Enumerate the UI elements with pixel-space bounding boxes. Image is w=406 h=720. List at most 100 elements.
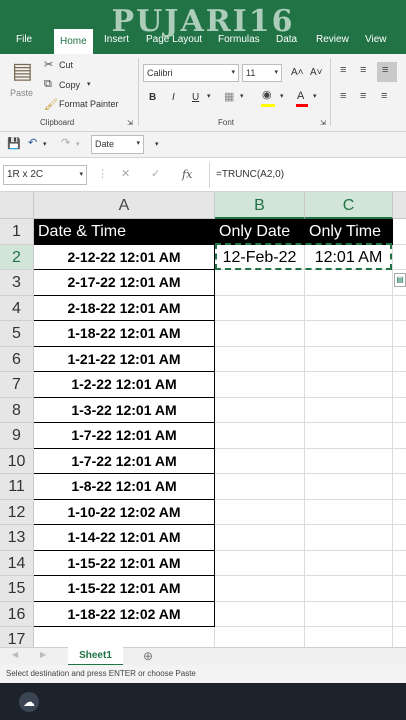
undo-dropdown-icon[interactable]: ▾ <box>43 140 47 148</box>
cell-b9[interactable] <box>215 423 305 449</box>
scroll-right-icon[interactable]: ▶ <box>40 650 46 659</box>
cell-d10[interactable] <box>393 449 406 474</box>
row-header-11[interactable]: 11 <box>0 474 34 500</box>
date-cell[interactable]: 2-12-22 12:01 AM <box>34 244 215 270</box>
cut-button[interactable]: Cut <box>59 60 73 70</box>
cell-c5[interactable] <box>305 321 393 347</box>
row-header-15[interactable]: 15 <box>0 576 34 602</box>
align-right-icon[interactable]: ≡ <box>381 90 387 102</box>
row-header-4[interactable]: 4 <box>0 295 34 321</box>
row-header-6[interactable]: 6 <box>0 346 34 372</box>
row-header-5[interactable]: 5 <box>0 321 34 347</box>
customize-qat-icon[interactable]: ▾ <box>155 140 159 148</box>
row-header-8[interactable]: 8 <box>0 397 34 423</box>
date-cell[interactable]: 1-3-22 12:01 AM <box>34 397 215 423</box>
align-top-icon[interactable]: ≡ <box>340 64 346 76</box>
more-options-icon[interactable]: ⋮ <box>97 167 108 180</box>
font-name-select[interactable]: Calibri ▾ <box>143 64 239 82</box>
row-header-7[interactable]: 7 <box>0 372 34 398</box>
cell-d2[interactable] <box>393 245 406 270</box>
cell-b7[interactable] <box>215 372 305 398</box>
cell-b10[interactable] <box>215 448 305 474</box>
cell-c4[interactable] <box>305 295 393 321</box>
format-painter-button[interactable]: Format Painter <box>59 99 119 109</box>
cell-d11[interactable] <box>393 474 406 500</box>
cell-d16[interactable] <box>393 602 406 627</box>
row-header-14[interactable]: 14 <box>0 550 34 576</box>
cell-c13[interactable] <box>305 525 393 551</box>
cancel-icon[interactable]: ✕ <box>121 167 130 180</box>
cell-d1[interactable] <box>393 219 406 245</box>
row-header-16[interactable]: 16 <box>0 601 34 627</box>
date-cell[interactable]: 1-18-22 12:01 AM <box>34 321 215 347</box>
cell-b8[interactable] <box>215 397 305 423</box>
align-middle-icon[interactable]: ≡ <box>360 64 366 76</box>
date-cell[interactable]: 1-2-22 12:01 AM <box>34 372 215 398</box>
cell-b17[interactable] <box>215 627 305 647</box>
redo-icon[interactable]: ↷ <box>61 136 70 149</box>
cell-b5[interactable] <box>215 321 305 347</box>
borders-icon[interactable]: ▦ <box>224 90 234 103</box>
name-box[interactable]: 1R x 2C ▾ <box>3 165 87 185</box>
cell-c3[interactable] <box>305 270 393 296</box>
sheet-tab-sheet1[interactable]: Sheet1 <box>68 647 123 666</box>
enter-icon[interactable]: ✓ <box>151 167 160 180</box>
row-header-1[interactable]: 1 <box>0 219 34 245</box>
scroll-left-icon[interactable]: ◀ <box>12 650 18 659</box>
weather-icon[interactable]: ☁ <box>19 692 39 712</box>
row-header-9[interactable]: 9 <box>0 423 34 449</box>
cell-b16[interactable] <box>215 601 305 627</box>
date-cell[interactable]: 1-8-22 12:01 AM <box>34 474 215 500</box>
cell-d14[interactable] <box>393 551 406 576</box>
paste-icon[interactable]: ▤ <box>12 58 33 84</box>
cell-c17[interactable] <box>305 627 393 647</box>
cell-a17[interactable] <box>34 627 215 647</box>
cell-b6[interactable] <box>215 346 305 372</box>
font-color-button[interactable]: A <box>297 90 304 102</box>
date-cell[interactable]: 1-14-22 12:01 AM <box>34 525 215 551</box>
cell-d4[interactable] <box>393 296 406 321</box>
date-cell[interactable]: 1-21-22 12:01 AM <box>34 346 215 372</box>
header-cell-only-date[interactable]: Only Date <box>215 219 305 245</box>
column-header-a[interactable]: A <box>34 192 215 219</box>
row-header-12[interactable]: 12 <box>0 499 34 525</box>
align-center-icon[interactable]: ≡ <box>360 90 366 102</box>
date-cell[interactable]: 1-7-22 12:01 AM <box>34 423 215 449</box>
underline-button[interactable]: U <box>192 92 199 103</box>
tab-page-layout[interactable]: Page Layout <box>146 34 202 45</box>
date-cell[interactable]: 1-15-22 12:01 AM <box>34 550 215 576</box>
select-all-corner[interactable] <box>0 192 34 219</box>
bold-button[interactable]: B <box>149 92 156 103</box>
row-header-10[interactable]: 10 <box>0 448 34 474</box>
column-header-d[interactable] <box>393 192 406 219</box>
grow-font-button[interactable]: A˄ <box>291 67 304 78</box>
save-icon[interactable]: 💾 <box>7 137 21 150</box>
clipboard-launcher-icon[interactable]: ⇲ <box>127 119 133 127</box>
row-header-13[interactable]: 13 <box>0 525 34 551</box>
cell-c16[interactable] <box>305 601 393 627</box>
date-cell[interactable]: 1-10-22 12:02 AM <box>34 499 215 525</box>
number-format-select[interactable]: Date ▾ <box>91 135 144 154</box>
borders-dropdown-icon[interactable]: ▾ <box>240 92 244 100</box>
header-cell-date-time[interactable]: Date & Time <box>34 219 215 245</box>
font-size-select[interactable]: 11 ▾ <box>242 64 282 82</box>
cell-c10[interactable] <box>305 448 393 474</box>
cell-c7[interactable] <box>305 372 393 398</box>
copy-dropdown-icon[interactable]: ▾ <box>87 80 91 88</box>
cell-c12[interactable] <box>305 499 393 525</box>
align-left-icon[interactable]: ≡ <box>340 90 346 102</box>
header-cell-only-time[interactable]: Only Time <box>305 219 393 245</box>
column-header-b[interactable]: B <box>215 192 305 219</box>
cell-c8[interactable] <box>305 397 393 423</box>
cell-b12[interactable] <box>215 499 305 525</box>
cell-d13[interactable] <box>393 525 406 551</box>
cell-d9[interactable] <box>393 423 406 449</box>
cell-b14[interactable] <box>215 550 305 576</box>
cell-d8[interactable] <box>393 398 406 423</box>
undo-icon[interactable]: ↶ <box>28 136 37 149</box>
row-header-17[interactable]: 17 <box>0 627 34 647</box>
redo-dropdown-icon[interactable]: ▾ <box>76 140 80 148</box>
tab-data[interactable]: Data <box>276 34 297 45</box>
row-header-3[interactable]: 3 <box>0 270 34 296</box>
row-header-2[interactable]: 2 <box>0 244 34 270</box>
